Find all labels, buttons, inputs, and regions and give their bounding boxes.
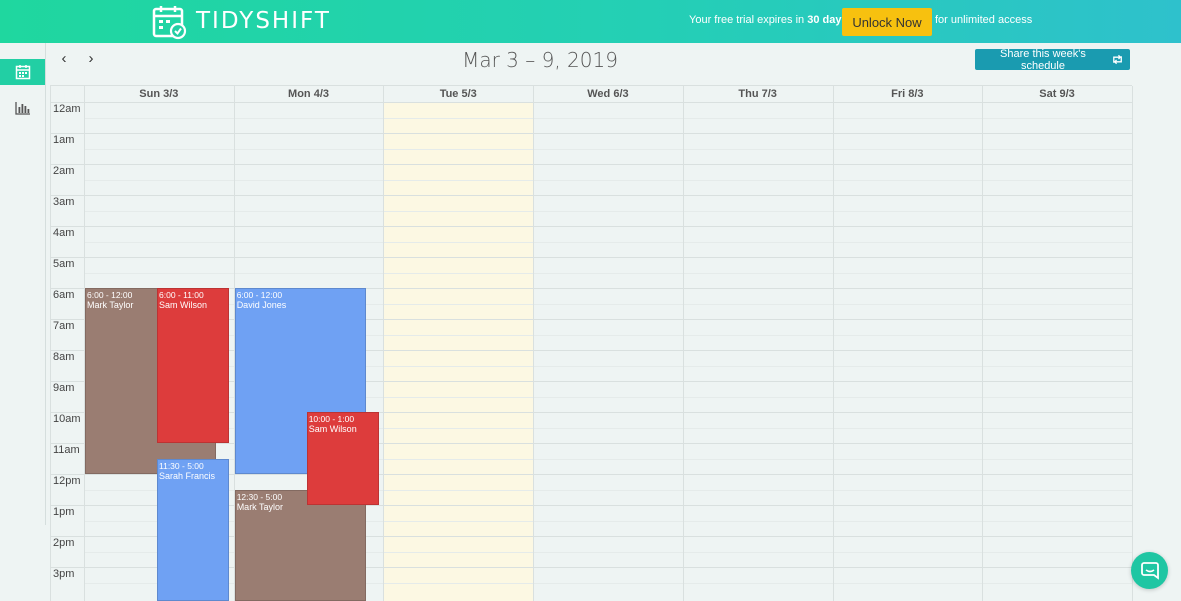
chat-bubble-icon <box>1140 561 1160 581</box>
calendar-icon <box>15 64 31 80</box>
day-column-divider <box>533 86 534 601</box>
half-hour-gridline <box>84 211 1132 212</box>
sidebar-item-reports[interactable] <box>0 95 45 121</box>
day-header[interactable]: Wed 6/3 <box>533 86 683 102</box>
hour-label: 8am <box>53 351 74 363</box>
shift-time: 11:30 - 5:00 <box>159 461 227 471</box>
shift-employee-name: Sam Wilson <box>159 300 227 310</box>
hour-gridline <box>51 164 1132 165</box>
shift-employee-name: Sarah Francis <box>159 471 227 481</box>
day-header[interactable]: Sun 3/3 <box>84 86 234 102</box>
day-header[interactable]: Sat 9/3 <box>982 86 1132 102</box>
unlock-now-button[interactable]: Unlock Now <box>842 8 932 36</box>
hour-label: 12pm <box>53 475 81 487</box>
hour-label: 9am <box>53 382 74 394</box>
shift-time: 10:00 - 1:00 <box>309 414 377 424</box>
hour-label: 1am <box>53 134 74 146</box>
trial-notice: Your free trial expires in 30 days <box>689 14 848 26</box>
shift-employee-name: Sam Wilson <box>309 424 377 434</box>
hour-label: 11am <box>53 444 80 456</box>
half-hour-gridline <box>84 149 1132 150</box>
shift-time: 6:00 - 12:00 <box>237 290 364 300</box>
hour-label: 1pm <box>53 506 74 518</box>
shift-event[interactable]: 6:00 - 11:00Sam Wilson <box>157 288 229 443</box>
hour-gridline <box>51 195 1132 196</box>
hour-label: 3pm <box>53 568 74 580</box>
hour-label: 6am <box>53 289 74 301</box>
sidebar-divider <box>45 43 46 525</box>
previous-week-button[interactable]: ‹ <box>57 52 71 66</box>
hour-label: 2pm <box>53 537 74 549</box>
day-column-divider <box>1132 86 1133 601</box>
calendar-check-logo-icon <box>152 4 188 40</box>
half-hour-gridline <box>84 180 1132 181</box>
sidebar-item-calendar[interactable] <box>0 59 45 85</box>
shift-employee-name: David Jones <box>237 300 364 310</box>
hour-gridline <box>51 257 1132 258</box>
hour-label: 5am <box>53 258 74 270</box>
next-week-button[interactable]: › <box>84 52 98 66</box>
hour-gridline <box>51 226 1132 227</box>
trial-prefix: Your free trial expires in <box>689 14 804 26</box>
hour-label: 3am <box>53 196 74 208</box>
header-bottom-line <box>51 102 1132 103</box>
shift-event[interactable]: 10:00 - 1:00Sam Wilson <box>307 412 379 505</box>
week-title: Mar 3 – 9, 2019 <box>440 48 640 72</box>
half-hour-gridline <box>84 118 1132 119</box>
half-hour-gridline <box>84 242 1132 243</box>
day-column-divider <box>982 86 983 601</box>
day-column-divider <box>683 86 684 601</box>
trial-suffix: for unlimited access <box>935 14 1032 26</box>
day-header[interactable]: Fri 8/3 <box>833 86 983 102</box>
hour-gridline <box>51 133 1132 134</box>
day-column-divider <box>383 86 384 601</box>
hour-label: 4am <box>53 227 74 239</box>
day-column-divider <box>833 86 834 601</box>
today-column-highlight <box>383 102 533 601</box>
sidebar <box>0 43 45 600</box>
chat-support-button[interactable] <box>1131 552 1168 589</box>
hour-label: 7am <box>53 320 74 332</box>
hour-label: 2am <box>53 165 74 177</box>
shift-time: 6:00 - 11:00 <box>159 290 227 300</box>
shift-event[interactable]: 12:30 - 5:00Mark Taylor <box>235 490 366 601</box>
half-hour-gridline <box>84 273 1132 274</box>
week-calendar-grid: 12am 1am 2am 3am 4am 5am 6am 7am 8am 9am 10am 11am 1… <box>50 85 1132 601</box>
share-schedule-button[interactable]: Share this week's schedule <box>975 49 1130 70</box>
top-header: TIDYSHIFT Your free trial expires in 30 … <box>0 0 1181 43</box>
brand-name: TIDYSHIFT <box>196 8 331 34</box>
hour-label: 12am <box>53 103 81 115</box>
bar-chart-icon <box>15 101 31 115</box>
hour-label: 10am <box>53 413 81 425</box>
day-header[interactable]: Thu 7/3 <box>683 86 833 102</box>
retweet-icon <box>1111 54 1124 65</box>
shift-event[interactable]: 11:30 - 5:00Sarah Francis <box>157 459 229 601</box>
day-header[interactable]: Tue 5/3 <box>383 86 533 102</box>
day-header[interactable]: Mon 4/3 <box>234 86 384 102</box>
share-schedule-label: Share this week's schedule <box>981 48 1105 72</box>
